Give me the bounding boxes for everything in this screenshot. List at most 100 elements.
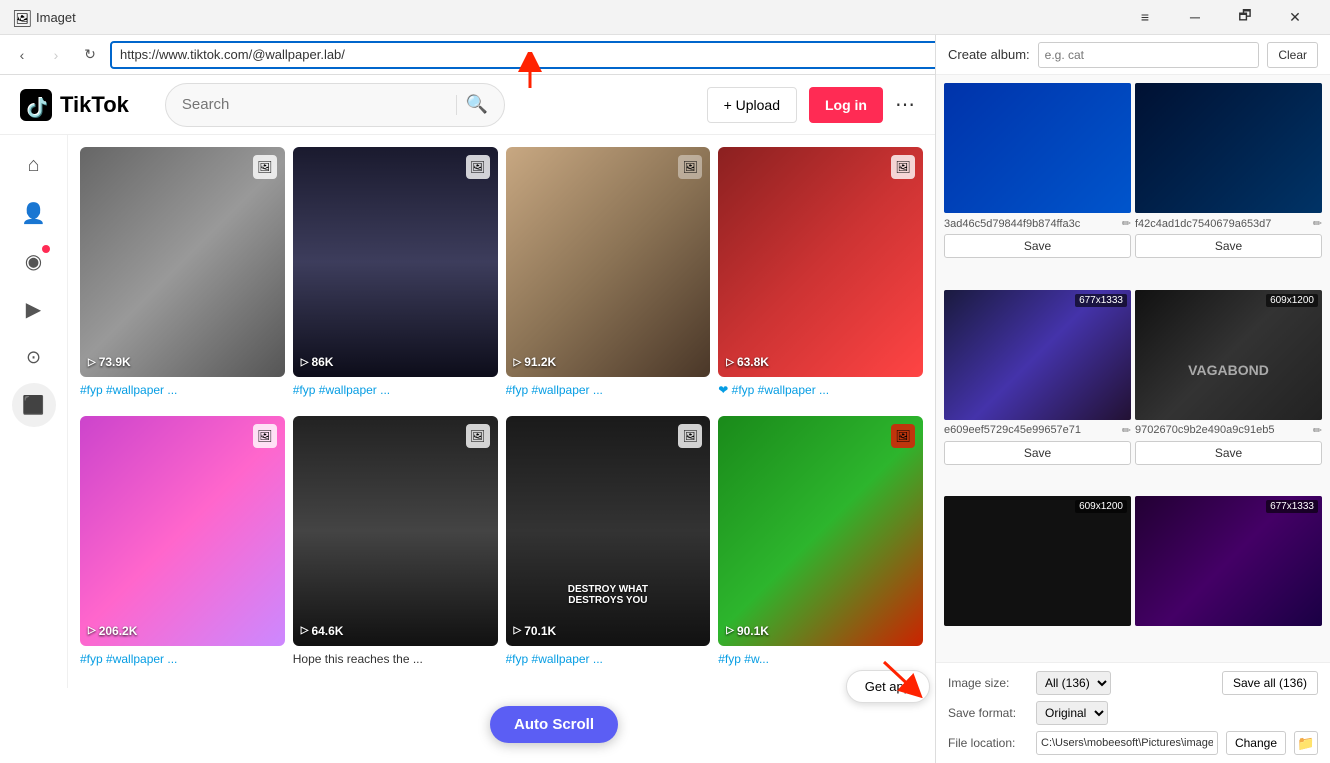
- search-icon[interactable]: 🔍: [465, 94, 487, 115]
- image-name-input[interactable]: [944, 218, 1118, 230]
- video-thumbnail[interactable]: 🖼 ▷ 64.6K: [293, 416, 498, 646]
- image-name-row: ✏: [1135, 424, 1322, 437]
- sidebar-saved[interactable]: ⬛: [12, 383, 56, 427]
- app-icon: 🖼: [12, 9, 28, 25]
- close-button[interactable]: ✕: [1272, 0, 1318, 35]
- login-button[interactable]: Log in: [809, 87, 883, 123]
- create-album-label: Create album:: [948, 47, 1030, 62]
- image-thumb[interactable]: 677x1333: [944, 290, 1131, 420]
- video-description: #fyp #wallpaper ...: [80, 383, 285, 397]
- image-thumb[interactable]: [944, 83, 1131, 213]
- image-size-select[interactable]: All (136) Large Medium Small: [1036, 671, 1111, 695]
- save-image-button[interactable]: Save: [1135, 234, 1322, 258]
- back-button[interactable]: ‹: [8, 41, 36, 69]
- view-count: 206.2K: [99, 624, 138, 638]
- image-thumb[interactable]: 677x1333: [1135, 496, 1322, 626]
- save-icon[interactable]: 🖼: [253, 424, 277, 448]
- app-title: Imaget: [36, 10, 1122, 25]
- sidebar-explore[interactable]: ◉: [12, 239, 56, 283]
- minimize-button[interactable]: ─: [1172, 0, 1218, 35]
- video-thumbnail[interactable]: 🖼 DESTROY WHATDESTROYS YOU ▷ 70.1K: [506, 416, 711, 646]
- save-icon[interactable]: 🖼: [678, 155, 702, 179]
- save-format-select[interactable]: Original PNG JPG WebP: [1036, 701, 1108, 725]
- save-icon[interactable]: 🖼: [253, 155, 277, 179]
- video-card[interactable]: 🖼 ▷ 73.9K #fyp #wallpaper ...: [80, 147, 285, 408]
- create-album-input[interactable]: [1038, 42, 1260, 68]
- forward-button[interactable]: ›: [42, 41, 70, 69]
- save-image-button[interactable]: Save: [944, 441, 1131, 465]
- video-stats: ▷ 91.2K: [514, 355, 557, 369]
- play-icon: ▷: [726, 625, 734, 636]
- image-thumb[interactable]: 609x1200 VAGABOND: [1135, 290, 1322, 420]
- image-name-input[interactable]: [1135, 218, 1309, 230]
- image-name-input[interactable]: [1135, 424, 1309, 436]
- tiktok-navbar: TikTok 🔍 + Upload Log in ⋯: [0, 75, 935, 135]
- sidebar-live[interactable]: ▶: [12, 287, 56, 331]
- maximize-button[interactable]: 🗗: [1222, 0, 1268, 35]
- video-thumbnail[interactable]: 🖼 ▷ 73.9K: [80, 147, 285, 377]
- video-thumbnail[interactable]: 🖼 ▷ 91.2K: [506, 147, 711, 377]
- panel-header: Create album: Clear: [936, 35, 1330, 75]
- file-location-row: File location: Change 📁: [948, 731, 1318, 755]
- image-thumb[interactable]: 609x1200: [944, 496, 1131, 626]
- image-name-input[interactable]: [944, 424, 1118, 436]
- sidebar-profile[interactable]: ⊙: [12, 335, 56, 379]
- more-button[interactable]: ⋯: [895, 92, 915, 117]
- video-description: ❤ #fyp #wallpaper ...: [718, 383, 923, 397]
- change-button[interactable]: Change: [1226, 731, 1286, 755]
- video-stats: ▷ 90.1K: [726, 624, 769, 638]
- upload-button[interactable]: + Upload: [707, 87, 797, 123]
- video-thumbnail[interactable]: 🖼 ▷ 63.8K: [718, 147, 923, 377]
- save-all-button[interactable]: Save all (136): [1222, 671, 1318, 695]
- dimension-badge: 677x1333: [1075, 294, 1127, 307]
- search-input[interactable]: [182, 96, 449, 113]
- video-card[interactable]: 🖼 ▷ 86K #fyp #wallpaper ...: [293, 147, 498, 408]
- tiktok-logo[interactable]: TikTok: [20, 89, 129, 121]
- play-icon: ▷: [301, 357, 309, 368]
- get-app-button[interactable]: Get app: [846, 670, 930, 703]
- video-stats: ▷ 73.9K: [88, 355, 131, 369]
- play-icon: ▷: [726, 357, 734, 368]
- video-thumbnail[interactable]: 🖼 ▷ 86K: [293, 147, 498, 377]
- save-icon[interactable]: 🖼: [891, 424, 915, 448]
- image-thumb[interactable]: [1135, 83, 1322, 213]
- save-icon[interactable]: 🖼: [891, 155, 915, 179]
- file-location-input[interactable]: [1036, 731, 1218, 755]
- video-thumbnail[interactable]: 🖼 ▷ 90.1K: [718, 416, 923, 646]
- video-card[interactable]: 🖼 ▷ 91.2K #fyp #wallpaper ...: [506, 147, 711, 408]
- edit-icon[interactable]: ✏: [1313, 424, 1322, 437]
- refresh-button[interactable]: ↻: [76, 41, 104, 69]
- save-icon[interactable]: 🖼: [678, 424, 702, 448]
- video-thumbnail[interactable]: 🖼 ▷ 206.2K: [80, 416, 285, 646]
- view-count: 70.1K: [524, 624, 556, 638]
- dimension-badge: 677x1333: [1266, 500, 1318, 513]
- video-card[interactable]: 🖼 ▷ 64.6K Hope this reaches the ...: [293, 416, 498, 677]
- edit-icon[interactable]: ✏: [1313, 217, 1322, 230]
- edit-icon[interactable]: ✏: [1122, 424, 1131, 437]
- video-card[interactable]: 🖼 ▷ 90.1K #fyp #w...: [718, 416, 923, 677]
- video-card[interactable]: 🖼 ▷ 206.2K #fyp #wallpaper ...: [80, 416, 285, 677]
- save-image-button[interactable]: Save: [944, 234, 1131, 258]
- video-stats: ▷ 70.1K: [514, 624, 557, 638]
- menu-button[interactable]: ≡: [1122, 0, 1168, 35]
- edit-icon[interactable]: ✏: [1122, 217, 1131, 230]
- video-card[interactable]: 🖼 ▷ 63.8K ❤ #fyp #wallpaper ...: [718, 147, 923, 408]
- auto-scroll-button[interactable]: Auto Scroll: [490, 706, 618, 743]
- video-card[interactable]: 🖼 DESTROY WHATDESTROYS YOU ▷ 70.1K #fyp …: [506, 416, 711, 677]
- view-count: 64.6K: [311, 624, 343, 638]
- image-cell: ✏ Save: [944, 83, 1131, 286]
- sidebar-following[interactable]: 👤: [12, 191, 56, 235]
- save-icon[interactable]: 🖼: [466, 155, 490, 179]
- image-size-row: Image size: All (136) Large Medium Small…: [948, 671, 1318, 695]
- video-stats: ▷ 206.2K: [88, 624, 137, 638]
- clear-button[interactable]: Clear: [1267, 42, 1318, 68]
- image-name-row: ✏: [944, 424, 1131, 437]
- save-format-label: Save format:: [948, 706, 1028, 720]
- save-icon[interactable]: 🖼: [466, 424, 490, 448]
- video-description: Hope this reaches the ...: [293, 652, 498, 666]
- search-bar[interactable]: 🔍: [165, 83, 505, 127]
- sidebar-home[interactable]: ⌂: [12, 143, 56, 187]
- folder-button[interactable]: 📁: [1294, 731, 1318, 755]
- save-image-button[interactable]: Save: [1135, 441, 1322, 465]
- panel-footer: Image size: All (136) Large Medium Small…: [936, 662, 1330, 763]
